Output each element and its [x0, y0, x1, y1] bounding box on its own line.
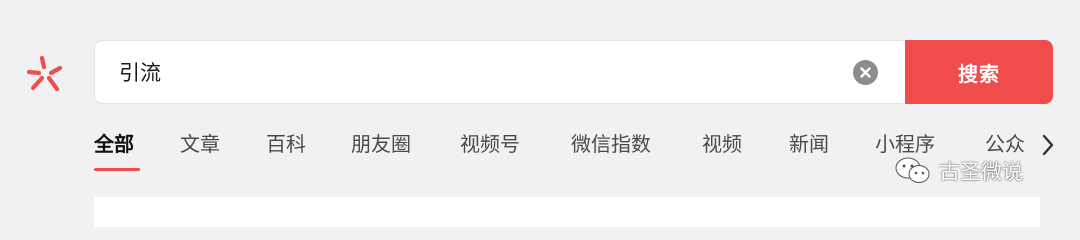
chevron-right-icon[interactable]: [1037, 132, 1059, 158]
search-input[interactable]: [119, 41, 819, 103]
result-card: [94, 197, 1040, 227]
tab-wechat-index[interactable]: 微信指数: [571, 128, 651, 160]
tab-video[interactable]: 视频: [702, 128, 742, 160]
clear-icon[interactable]: [853, 60, 878, 85]
tab-channels[interactable]: 视频号: [460, 128, 520, 160]
search-logo-icon[interactable]: [24, 52, 68, 96]
active-tab-indicator: [94, 168, 140, 171]
tab-moments[interactable]: 朋友圈: [351, 128, 411, 160]
tab-encyclopedia[interactable]: 百科: [266, 128, 306, 160]
tab-all[interactable]: 全部: [94, 128, 134, 160]
wechat-official-account-icon: [895, 157, 930, 183]
search-button[interactable]: 搜索: [905, 40, 1053, 104]
search-box: [94, 40, 906, 104]
tab-articles[interactable]: 文章: [180, 128, 220, 160]
tab-news[interactable]: 新闻: [789, 128, 829, 160]
watermark: 古圣微说: [893, 152, 1023, 190]
watermark-text: 古圣微说: [939, 160, 1023, 184]
